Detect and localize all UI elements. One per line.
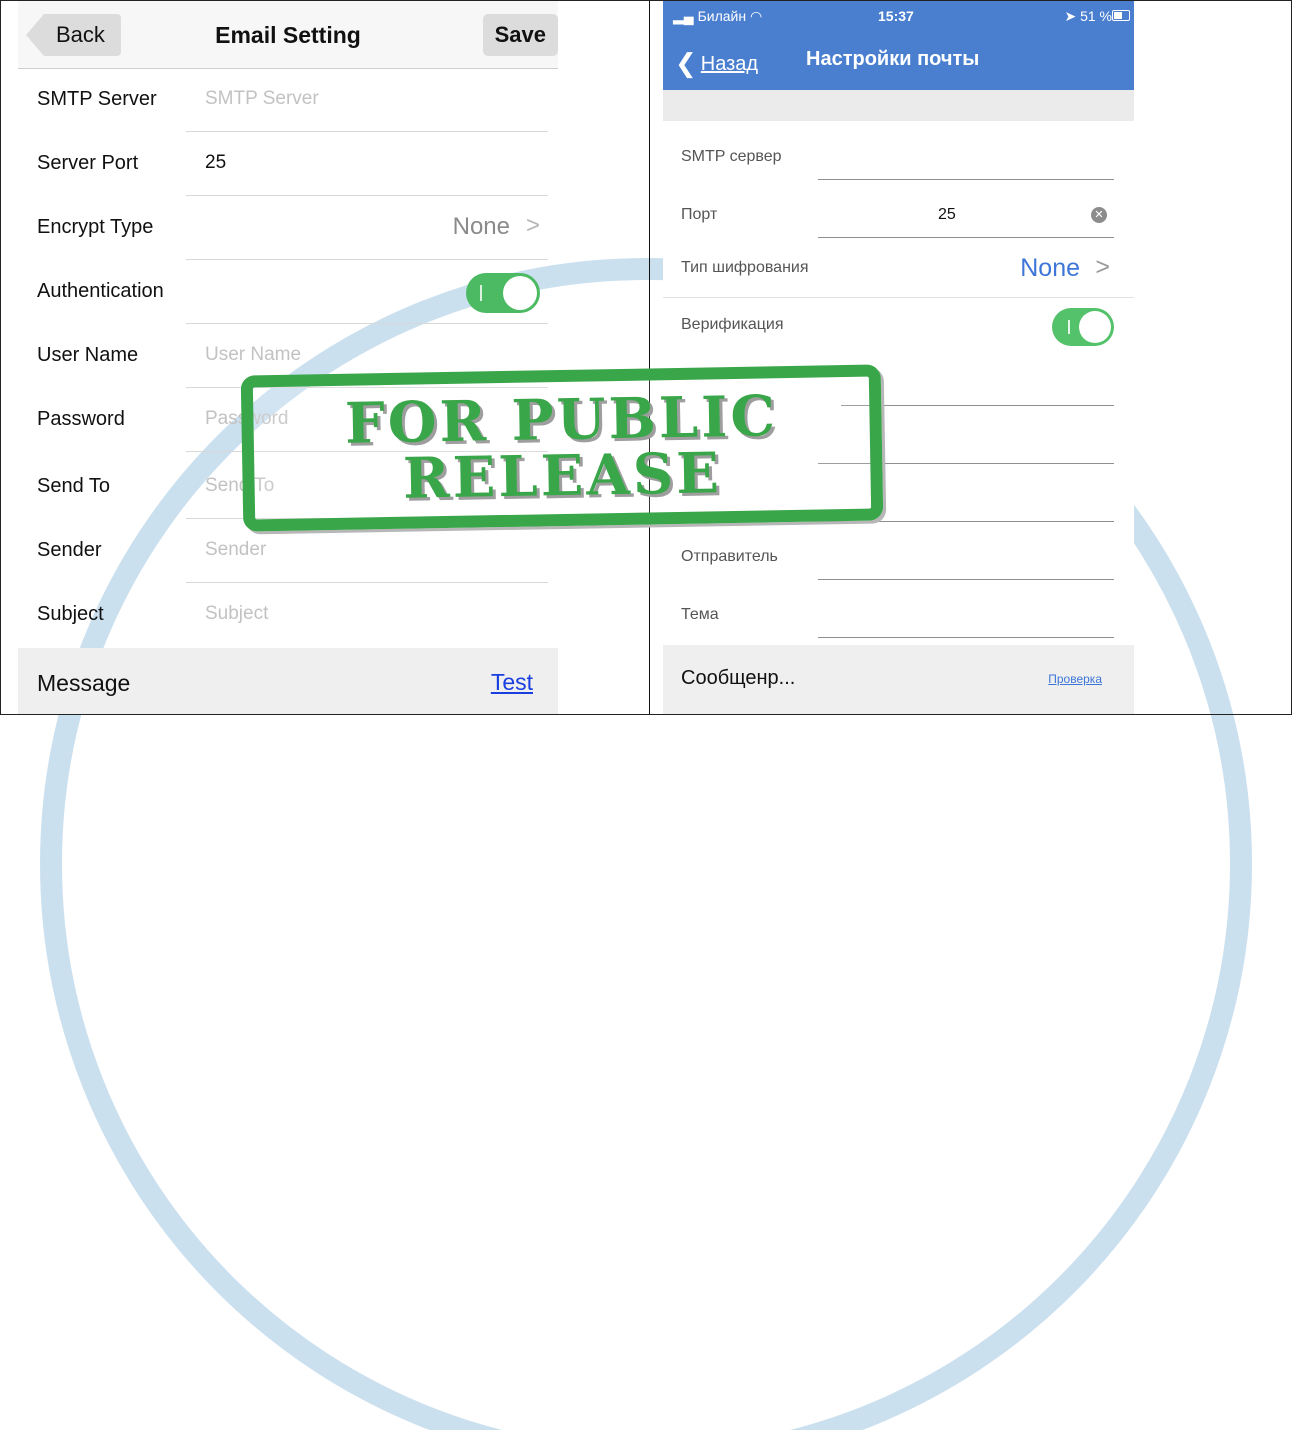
subject-label: Тема (681, 606, 719, 623)
carrier-name: ▂▄ Билайн ◠ (673, 8, 763, 24)
port-row: Порт 25 ✕ (663, 186, 1134, 244)
battery-icon (1112, 10, 1130, 21)
sender-label: Sender (37, 539, 102, 561)
subject-label: Subject (37, 603, 104, 625)
test-link[interactable]: Test (491, 669, 533, 696)
email-setting-screen-en: Back Email Setting Save SMTP Server SMTP… (18, 0, 558, 715)
smtp-server-row: SMTP Server SMTP Server (18, 68, 558, 132)
smtp-server-input[interactable]: SMTP Server (205, 88, 319, 110)
subject-row: Тема (663, 586, 1134, 644)
email-setting-screen-ru: ▂▄ Билайн ◠ 15:37 ➤ 51 % ❮ Назад Настройк… (663, 0, 1134, 715)
send-to-label: Send To (37, 475, 111, 497)
username-input[interactable] (841, 405, 1114, 406)
back-label: Назад (700, 53, 759, 75)
check-link[interactable]: Проверка (1048, 672, 1102, 686)
encrypt-type-label: Encrypt Type (37, 216, 154, 238)
chevron-right-icon: > (1095, 253, 1110, 281)
location-icon: ➤ 51 % (1064, 8, 1112, 24)
server-port-label: Server Port (37, 152, 139, 174)
wifi-icon: ◠ (749, 8, 763, 24)
message-label: Сообщенр... (681, 667, 796, 689)
chevron-left-icon: ❮ (675, 48, 697, 78)
encryption-row[interactable]: Тип шифрования None > (663, 240, 1134, 298)
authentication-toggle[interactable] (466, 273, 540, 313)
smtp-server-row: SMTP сервер (663, 128, 1134, 186)
subject-input[interactable]: Subject (205, 603, 268, 625)
status-time: 15:37 (878, 8, 914, 24)
verification-row: Верификация (663, 296, 1134, 354)
subject-row: Subject Subject (18, 583, 558, 647)
toggle-knob (1079, 311, 1111, 343)
message-row: Сообщенр... Проверка (663, 645, 1134, 715)
sender-row: Отправитель (663, 528, 1134, 586)
sender-label: Отправитель (681, 548, 778, 565)
message-row: Message Test (18, 648, 558, 715)
password-label: Password (37, 408, 125, 430)
user-name-input[interactable]: User Name (205, 344, 301, 366)
encrypt-type-value: None (452, 213, 510, 240)
public-release-stamp: FOR PUBLIC RELEASE (240, 364, 884, 532)
port-label: Порт (681, 206, 718, 223)
save-button[interactable]: Save (482, 14, 558, 56)
smtp-server-input[interactable] (818, 179, 1114, 180)
server-port-row: Server Port 25 (18, 132, 558, 196)
server-port-input[interactable]: 25 (205, 152, 226, 174)
sender-input[interactable] (818, 579, 1114, 580)
authentication-label: Authentication (37, 280, 164, 302)
smtp-server-label: SMTP сервер (681, 148, 782, 165)
encryption-label: Тип шифрования (681, 259, 809, 276)
signal-icon: ▂▄ (673, 8, 694, 24)
toggle-on-indicator (480, 285, 482, 301)
encrypt-type-row[interactable]: Encrypt Type None > (18, 196, 558, 260)
page-title: Настройки почты (806, 48, 980, 70)
navigation-bar: ❮ Назад Настройки почты (663, 28, 1134, 90)
toggle-on-indicator (1068, 320, 1070, 334)
status-bar: ▂▄ Билайн ◠ 15:37 ➤ 51 % (663, 0, 1134, 28)
subject-input[interactable] (818, 637, 1114, 638)
recipient-input[interactable] (818, 521, 1114, 522)
message-label: Message (37, 670, 131, 696)
toggle-knob (503, 276, 537, 310)
navigation-bar: Back Email Setting Save (18, 0, 558, 69)
section-spacer (663, 90, 1134, 121)
back-button[interactable]: ❮ Назад (675, 48, 758, 79)
chevron-right-icon: > (525, 212, 540, 239)
page-title: Email Setting (215, 22, 361, 48)
verification-toggle[interactable] (1052, 308, 1114, 346)
verification-label: Верификация (681, 316, 784, 333)
encryption-value: None (1020, 254, 1080, 282)
port-input[interactable]: 25 (938, 206, 956, 224)
panel-divider (649, 0, 650, 715)
authentication-row: Authentication (18, 260, 558, 324)
clear-icon[interactable]: ✕ (1091, 207, 1107, 223)
smtp-server-label: SMTP Server (37, 88, 157, 110)
port-underline (818, 237, 1114, 238)
sender-input[interactable]: Sender (205, 539, 266, 561)
battery-percent: 51 % (1080, 8, 1112, 24)
user-name-label: User Name (37, 344, 139, 366)
stamp-line-2: RELEASE (402, 440, 723, 512)
